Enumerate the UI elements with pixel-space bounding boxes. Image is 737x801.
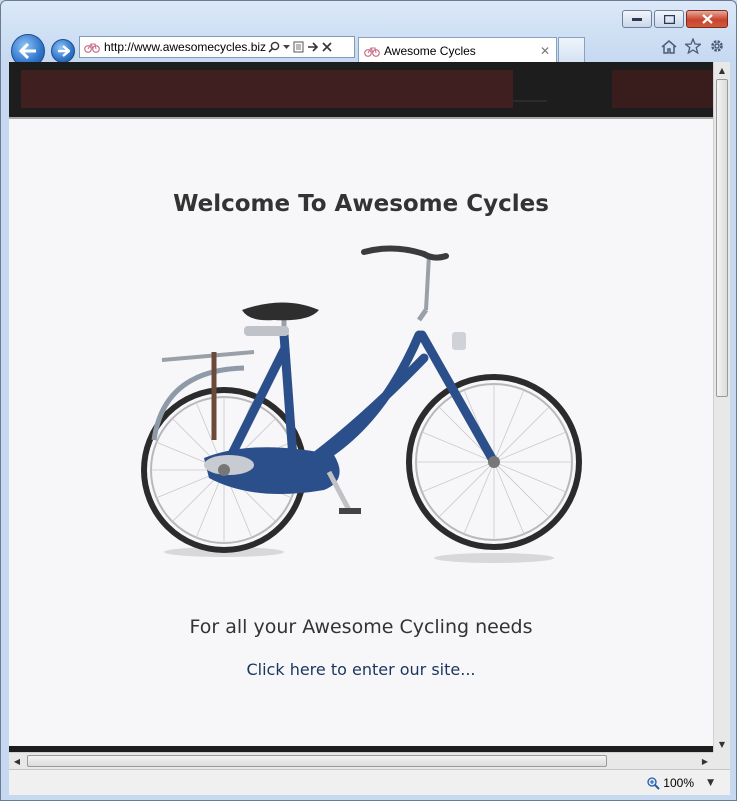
- scroll-right-icon[interactable]: ▶: [697, 753, 713, 769]
- zoom-dropdown-icon[interactable]: ▼: [707, 778, 714, 788]
- bicycle-favicon-icon: [364, 46, 380, 57]
- tab-close-icon[interactable]: ✕: [540, 44, 550, 58]
- vertical-scrollbar[interactable]: ▲ ▼: [713, 62, 730, 752]
- zoom-control[interactable]: 100%: [647, 776, 694, 790]
- site-header: [9, 62, 713, 117]
- header-banner: [21, 70, 513, 108]
- header-divider: [513, 100, 547, 102]
- zoom-icon: [647, 776, 661, 790]
- new-tab-button[interactable]: [558, 37, 585, 63]
- favorites-star-icon[interactable]: [684, 37, 702, 55]
- dropdown-icon[interactable]: [283, 44, 290, 50]
- address-url[interactable]: http://www.awesomecycles.biz: [104, 40, 266, 54]
- tab-awesome-cycles[interactable]: Awesome Cycles ✕: [358, 37, 557, 63]
- tab-title: Awesome Cycles: [384, 43, 476, 58]
- browser-window: http://www.awesomecycles.biz Awesome Cyc…: [0, 0, 737, 801]
- header-banner-right: [612, 70, 713, 108]
- header-border: [9, 117, 713, 119]
- bicycle-image: [141, 245, 582, 563]
- maximize-button[interactable]: [654, 10, 684, 28]
- scroll-down-icon[interactable]: ▼: [714, 736, 730, 752]
- forward-button[interactable]: [51, 39, 75, 63]
- enter-site-link[interactable]: Click here to enter our site...: [9, 660, 713, 679]
- minimize-button[interactable]: [622, 10, 652, 28]
- search-icon[interactable]: [268, 41, 280, 53]
- home-icon[interactable]: [660, 37, 678, 55]
- tagline: For all your Awesome Cycling needs: [189, 616, 533, 638]
- status-bar: 100% ▼: [9, 769, 730, 795]
- navigation-bar: http://www.awesomecycles.biz Awesome Cyc…: [1, 31, 737, 68]
- horizontal-scrollbar[interactable]: ◀ ▶: [9, 752, 713, 769]
- forward-arrow-icon: [57, 45, 70, 57]
- address-bar[interactable]: http://www.awesomecycles.biz: [79, 36, 355, 58]
- window-caption-buttons: [622, 10, 728, 28]
- stop-icon[interactable]: [322, 42, 332, 52]
- scroll-left-icon[interactable]: ◀: [9, 753, 25, 769]
- page-viewport: Welcome To Awesome Cycles For all your A…: [9, 62, 713, 752]
- close-icon: [701, 14, 713, 24]
- close-window-button[interactable]: [686, 10, 728, 28]
- minimize-icon: [632, 18, 642, 21]
- scroll-corner: [713, 752, 730, 769]
- scroll-up-icon[interactable]: ▲: [714, 62, 730, 78]
- horizontal-scroll-thumb[interactable]: [27, 755, 607, 767]
- compatibility-view-icon[interactable]: [293, 41, 304, 53]
- maximize-icon: [663, 14, 675, 24]
- gear-icon[interactable]: [708, 37, 726, 55]
- go-arrow-icon[interactable]: [307, 42, 319, 52]
- bicycle-favicon-icon: [84, 43, 100, 53]
- vertical-scroll-thumb[interactable]: [716, 79, 728, 397]
- back-arrow-icon: [19, 43, 36, 59]
- zoom-level: 100%: [663, 776, 694, 790]
- page-title: Welcome To Awesome Cycles: [173, 191, 549, 217]
